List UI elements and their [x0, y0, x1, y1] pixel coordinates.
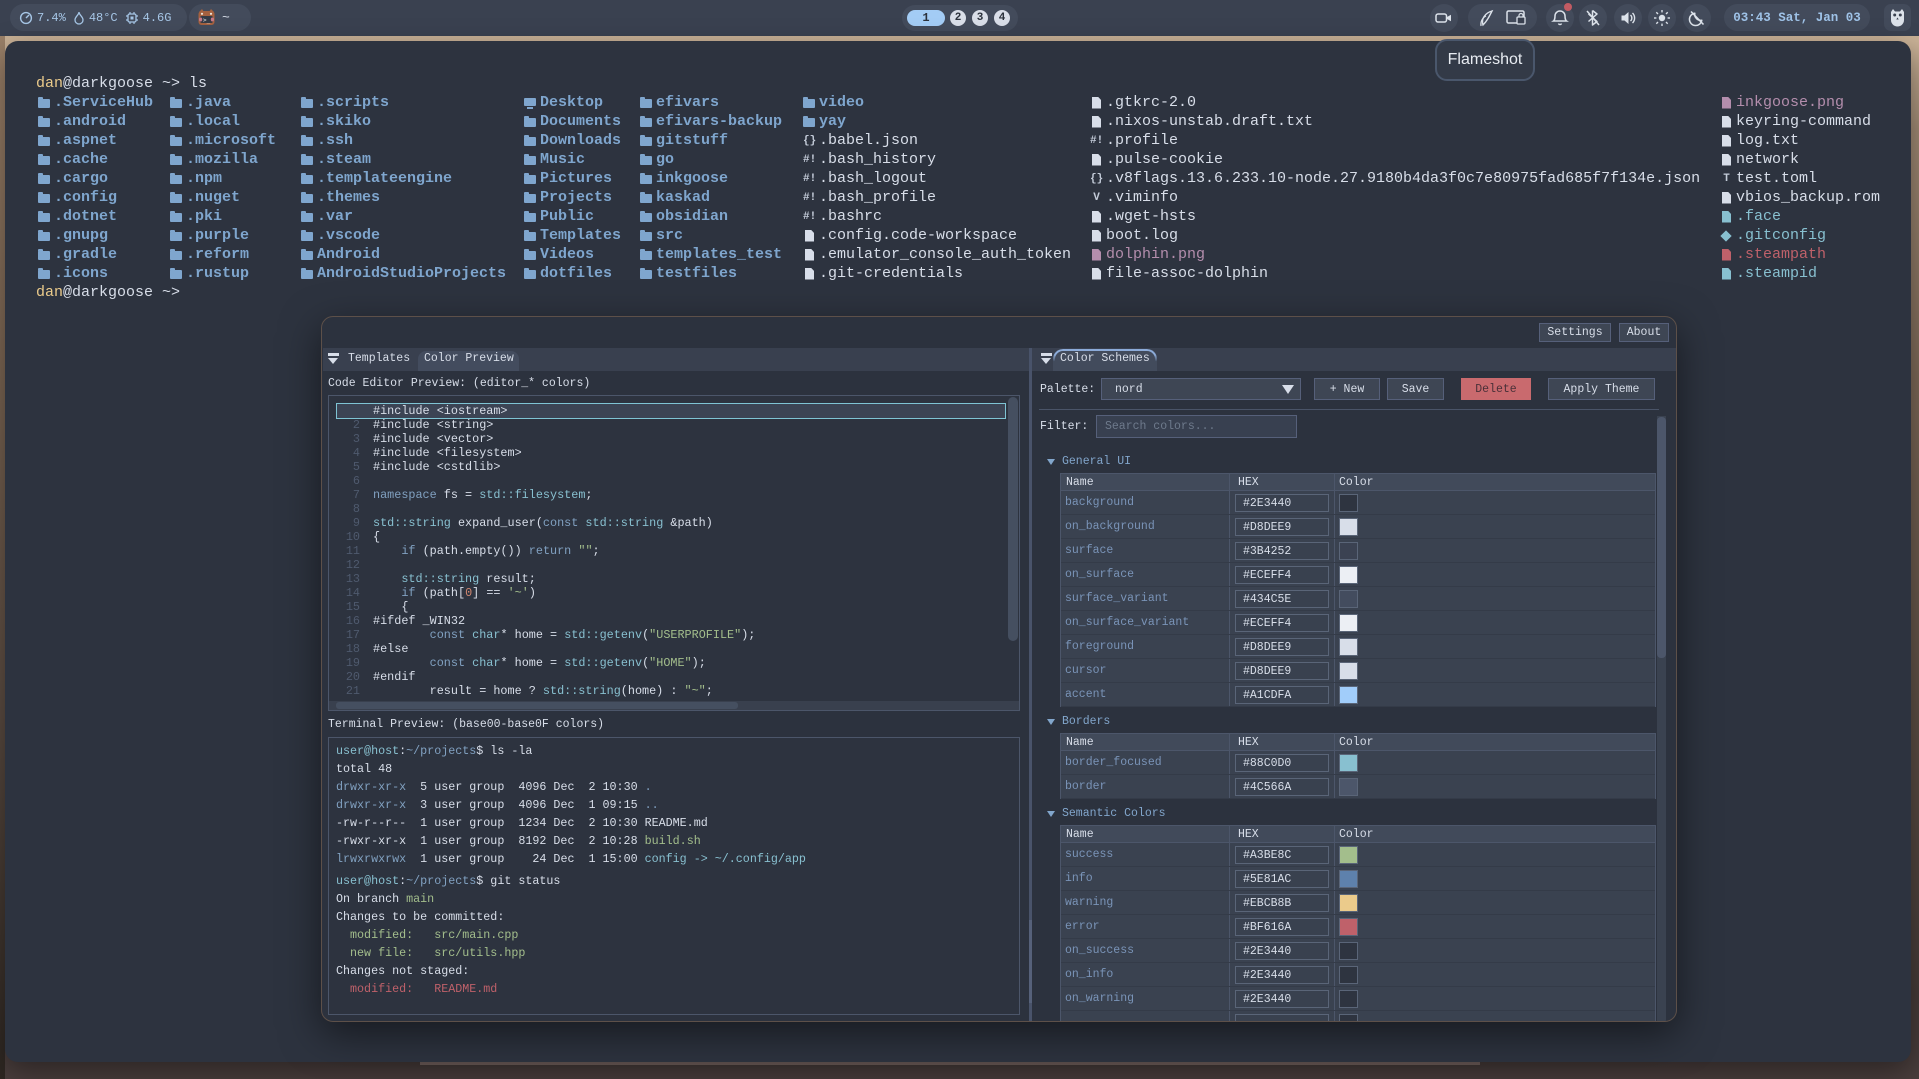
- svg-text:>_: >_: [203, 17, 211, 24]
